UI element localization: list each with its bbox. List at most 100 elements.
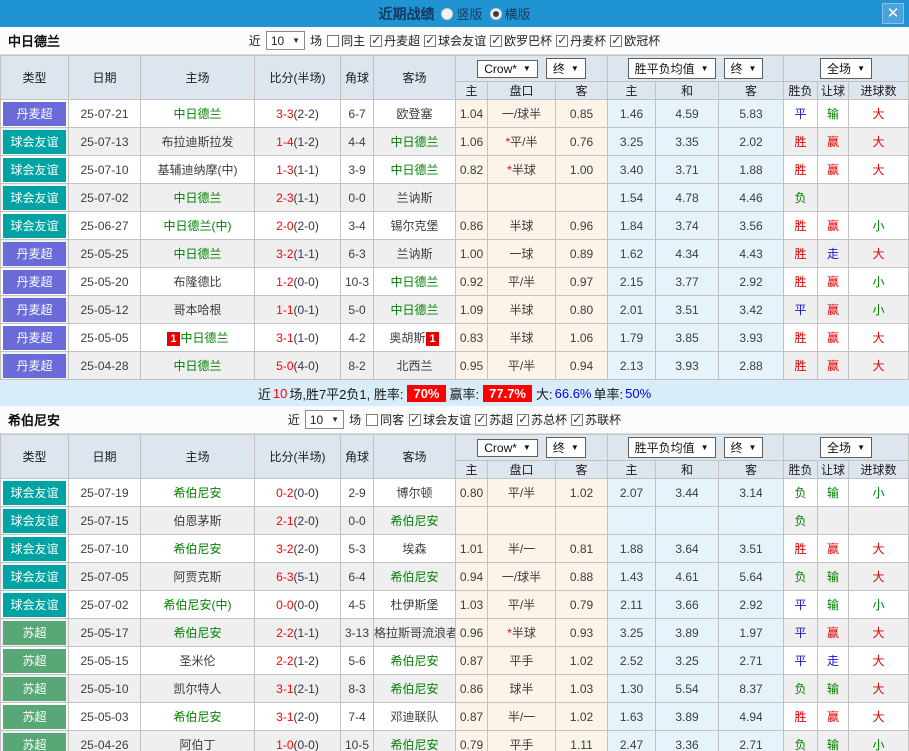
league-filter-checkbox[interactable]: 苏联杯 xyxy=(571,411,621,428)
result-cell: 胜 xyxy=(784,128,818,156)
handicap-odds-cell: 1.03 xyxy=(456,591,488,619)
col-corner: 角球 xyxy=(341,56,374,100)
match-date: 25-07-02 xyxy=(69,184,141,212)
handicap-odds-cell: 0.79 xyxy=(456,731,488,751)
avg-odds-cell: 2.47 xyxy=(608,731,656,751)
checkbox-checked-icon[interactable] xyxy=(517,414,529,426)
same-venue-label: 同主 xyxy=(341,32,365,49)
close-icon[interactable]: ✕ xyxy=(882,3,904,24)
handicap-odds-cell: 1.11 xyxy=(556,731,608,751)
result-cell: 大 xyxy=(849,324,909,352)
fullmatch-select[interactable]: 全场▼ xyxy=(820,58,872,79)
league-filter-checkbox[interactable]: 欧冠杯 xyxy=(610,32,660,49)
same-venue-checkbox[interactable]: 同主 xyxy=(327,32,365,49)
league-type-badge: 苏超 xyxy=(3,733,66,751)
col-handicap-away: 客 xyxy=(556,461,608,479)
corner-score: 5-0 xyxy=(341,296,374,324)
summary-part: 50% xyxy=(625,386,651,401)
recent-count-select[interactable]: 10▼ xyxy=(266,31,305,50)
avg-odds-cell: 3.51 xyxy=(719,535,784,563)
corner-score: 3-4 xyxy=(341,212,374,240)
checkbox-checked-icon[interactable] xyxy=(370,35,382,47)
radio-on-icon[interactable] xyxy=(490,8,502,20)
league-filter-checkbox[interactable]: 球会友谊 xyxy=(409,411,471,428)
league-type-badge: 球会友谊 xyxy=(3,186,66,210)
checkbox-checked-icon[interactable] xyxy=(571,414,583,426)
checkbox-icon[interactable] xyxy=(327,35,339,47)
avg-odds-cell: 2.92 xyxy=(719,268,784,296)
fullmatch-select[interactable]: 全场▼ xyxy=(820,437,872,458)
match-score: 1-2(0-0) xyxy=(255,268,341,296)
home-team: 凯尔特人 xyxy=(141,675,255,703)
halftime-score: (0-0) xyxy=(294,486,319,500)
checkbox-checked-icon[interactable] xyxy=(475,414,487,426)
fulltime-score: 1-1 xyxy=(276,303,293,317)
match-row: 苏超25-05-10凯尔特人3-1(2-1)8-3希伯尼安0.86球半1.031… xyxy=(1,675,909,703)
col-avg-home: 主 xyxy=(608,461,656,479)
league-filter-checkbox[interactable]: 欧罗巴杯 xyxy=(490,32,552,49)
recent-count-select[interactable]: 10▼ xyxy=(305,410,344,429)
corner-score: 8-2 xyxy=(341,352,374,380)
league-filter-checkbox[interactable]: 球会友谊 xyxy=(424,32,486,49)
avg-odds-cell: 3.56 xyxy=(719,212,784,240)
final-odds-select-1[interactable]: 终▼ xyxy=(546,437,586,458)
corner-score: 2-9 xyxy=(341,479,374,507)
fulltime-score: 3-2 xyxy=(276,542,293,556)
avg-odds-cell: 2.15 xyxy=(608,268,656,296)
home-team: 希伯尼安(中) xyxy=(141,591,255,619)
league-type-cell: 球会友谊 xyxy=(1,212,69,240)
away-team: 锡尔克堡 xyxy=(374,212,456,240)
bookmaker-select[interactable]: Crow*▼ xyxy=(477,439,538,457)
avg-odds-cell: 2.07 xyxy=(608,479,656,507)
avg-odds-cell: 2.02 xyxy=(719,128,784,156)
league-filter-checkbox[interactable]: 丹麦杯 xyxy=(556,32,606,49)
home-team: 圣米伦 xyxy=(141,647,255,675)
bookmaker-select[interactable]: Crow*▼ xyxy=(477,60,538,78)
final-odds-select-2[interactable]: 终▼ xyxy=(724,58,764,79)
checkbox-checked-icon[interactable] xyxy=(610,35,622,47)
layout-radio-vertical[interactable]: 竖版 xyxy=(441,4,482,23)
final-odds-select-2[interactable]: 终▼ xyxy=(724,437,764,458)
team1-filters: 近 10▼ 场 同主 丹麦超球会友谊欧罗巴杯丹麦杯欧冠杯 xyxy=(249,31,660,50)
fulltime-score: 1-3 xyxy=(276,163,293,177)
final-odds-select-1[interactable]: 终▼ xyxy=(546,58,586,79)
avg-odds-cell: 1.97 xyxy=(719,619,784,647)
home-team: 哥本哈根 xyxy=(141,296,255,324)
matches-label: 场 xyxy=(349,411,361,428)
handicap-odds-cell: 1.02 xyxy=(556,647,608,675)
home-team: 伯恩茅斯 xyxy=(141,507,255,535)
halftime-score: (2-0) xyxy=(294,514,319,528)
handicap-odds-cell: 0.88 xyxy=(556,563,608,591)
same-venue-checkbox[interactable]: 同客 xyxy=(366,411,404,428)
league-type-cell: 球会友谊 xyxy=(1,535,69,563)
checkbox-checked-icon[interactable] xyxy=(409,414,421,426)
result-cell: 赢 xyxy=(818,324,849,352)
checkbox-checked-icon[interactable] xyxy=(490,35,502,47)
match-date: 25-06-27 xyxy=(69,212,141,240)
result-cell: 输 xyxy=(818,100,849,128)
titlebar: 近期战绩 竖版 横版 ✕ xyxy=(0,0,909,27)
home-team: 阿贾克斯 xyxy=(141,563,255,591)
checkbox-checked-icon[interactable] xyxy=(556,35,568,47)
checkbox-checked-icon[interactable] xyxy=(424,35,436,47)
checkbox-icon[interactable] xyxy=(366,414,378,426)
col-goals: 进球数 xyxy=(849,461,909,479)
home-team: 中日德兰 xyxy=(141,352,255,380)
layout-radio-horizontal[interactable]: 横版 xyxy=(490,4,531,23)
avg-odds-select[interactable]: 胜平负均值▼ xyxy=(628,58,716,79)
avg-odds-select[interactable]: 胜平负均值▼ xyxy=(628,437,716,458)
team1-filter-row: 中日德兰 近 10▼ 场 同主 丹麦超球会友谊欧罗巴杯丹麦杯欧冠杯 xyxy=(0,27,909,55)
match-date: 25-05-20 xyxy=(69,268,141,296)
star-mark: * xyxy=(507,626,512,640)
handicap-odds-cell: 平/半 xyxy=(488,268,556,296)
result-cell: 输 xyxy=(818,591,849,619)
league-filter-checkbox[interactable]: 苏总杯 xyxy=(517,411,567,428)
handicap-odds-cell xyxy=(556,507,608,535)
home-team: 布拉迪斯拉发 xyxy=(141,128,255,156)
match-row: 球会友谊25-06-27中日德兰(中)2-0(2-0)3-4锡尔克堡0.86半球… xyxy=(1,212,909,240)
league-filter-label: 苏联杯 xyxy=(585,411,621,428)
league-filter-checkbox[interactable]: 苏超 xyxy=(475,411,513,428)
radio-off-icon[interactable] xyxy=(441,8,453,20)
league-filter-label: 球会友谊 xyxy=(423,411,471,428)
league-filter-checkbox[interactable]: 丹麦超 xyxy=(370,32,420,49)
